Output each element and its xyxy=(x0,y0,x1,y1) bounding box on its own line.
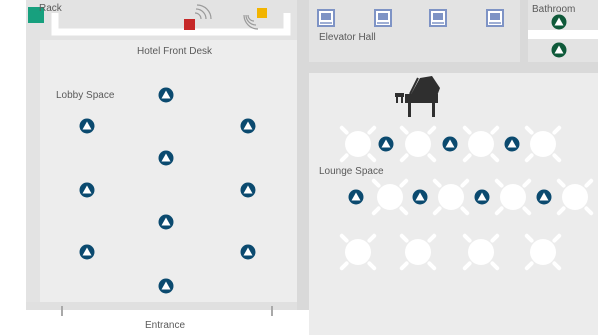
bathroom-access-point-icon[interactable] xyxy=(551,14,567,30)
access-point-icon[interactable] xyxy=(79,182,95,198)
access-point-icon[interactable] xyxy=(412,189,428,205)
elevator-icon xyxy=(429,9,447,27)
red-device-icon[interactable] xyxy=(184,19,195,30)
access-point-icon[interactable] xyxy=(504,136,520,152)
lounge-table xyxy=(399,125,437,163)
access-point-icon[interactable] xyxy=(158,87,174,103)
lounge-table xyxy=(371,178,409,216)
lounge-table xyxy=(399,233,437,271)
lounge-table xyxy=(339,233,377,271)
lounge-table xyxy=(556,178,594,216)
rack-label: Rack xyxy=(39,3,62,14)
access-point-icon[interactable] xyxy=(79,244,95,260)
access-point-icon[interactable] xyxy=(79,118,95,134)
elevator-icon xyxy=(317,9,335,27)
lounge-label: Lounge Space xyxy=(319,166,384,177)
bathroom-access-point-icon[interactable] xyxy=(551,42,567,58)
yellow-device-icon[interactable] xyxy=(257,8,267,18)
access-point-icon[interactable] xyxy=(158,214,174,230)
elevator-hall-label: Elevator Hall xyxy=(319,32,376,43)
access-point-icon[interactable] xyxy=(474,189,490,205)
access-point-icon[interactable] xyxy=(348,189,364,205)
lobby-label: Lobby Space xyxy=(56,90,115,101)
bathroom-label: Bathroom xyxy=(532,4,576,15)
wifi-waves-icon xyxy=(243,14,259,30)
access-point-icon[interactable] xyxy=(442,136,458,152)
front-desk-label: Hotel Front Desk xyxy=(137,46,213,57)
lounge-table xyxy=(432,178,470,216)
lounge-table xyxy=(524,233,562,271)
access-point-icon[interactable] xyxy=(536,189,552,205)
devices-layer xyxy=(28,4,594,294)
elevator-icon xyxy=(486,9,504,27)
access-point-icon[interactable] xyxy=(378,136,394,152)
access-point-icon[interactable] xyxy=(158,278,174,294)
grand-piano-icon xyxy=(395,76,440,117)
wifi-waves-icon xyxy=(194,4,212,20)
access-point-icon[interactable] xyxy=(240,244,256,260)
lounge-table xyxy=(339,125,377,163)
access-point-icon[interactable] xyxy=(240,118,256,134)
lounge-table xyxy=(462,233,500,271)
entrance-label: Entrance xyxy=(145,320,186,331)
access-point-icon[interactable] xyxy=(240,182,256,198)
lounge-table xyxy=(462,125,500,163)
lounge-table xyxy=(524,125,562,163)
access-point-icon[interactable] xyxy=(158,150,174,166)
lounge-table xyxy=(494,178,532,216)
elevator-icon xyxy=(374,9,392,27)
